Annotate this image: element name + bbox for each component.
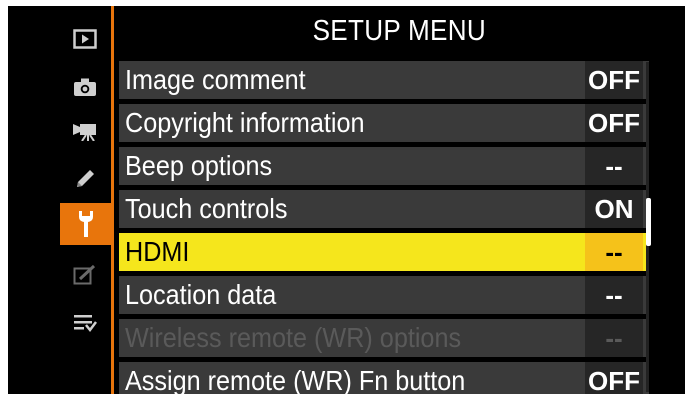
tab-movie-shooting[interactable] (60, 109, 110, 151)
menu-item-label: Touch controls (125, 193, 288, 224)
tab-playback[interactable] (60, 18, 110, 60)
menu-item-location-data[interactable]: Location data -- (119, 276, 649, 314)
tab-custom-settings[interactable] (60, 158, 110, 200)
tab-my-menu[interactable] (60, 302, 110, 344)
menu-item-value: -- (585, 147, 643, 185)
page-title-bar: SETUP MENU (114, 6, 685, 56)
menu-item-copyright-information[interactable]: Copyright information OFF (119, 104, 649, 142)
menu-item-value: -- (585, 233, 643, 271)
tab-retouch-menu[interactable] (60, 254, 110, 296)
menu-item-label: Assign remote (WR) Fn button (125, 365, 466, 394)
menu-item-hdmi[interactable]: HDMI -- (119, 233, 649, 271)
menu-item-value: OFF (585, 61, 643, 99)
menu-item-label: Beep options (125, 150, 273, 181)
menu-item-label: Location data (125, 279, 277, 310)
menu-item-label: Copyright information (125, 107, 365, 138)
pencil-icon (77, 170, 94, 187)
menu-item-wireless-remote-options: Wireless remote (WR) options -- (119, 319, 649, 357)
menu-item-value: OFF (585, 104, 643, 142)
scrollbar-thumb[interactable] (646, 198, 651, 246)
camera-screen: SETUP MENU Image comment OFF Copyright i… (8, 6, 685, 394)
tab-setup-menu[interactable] (60, 203, 112, 245)
movie-camera-icon (73, 124, 96, 141)
menu-item-label: Image comment (125, 64, 306, 95)
menu-tab-sidebar (8, 6, 112, 394)
menu-item-label: HDMI (125, 236, 190, 267)
menu-item-value: -- (585, 276, 643, 314)
menu-item-image-comment[interactable]: Image comment OFF (119, 61, 649, 99)
camera-icon (74, 78, 96, 96)
retouch-icon (73, 264, 96, 285)
menu-item-value: -- (585, 319, 643, 357)
menu-item-value: ON (585, 190, 643, 228)
menu-item-label: Wireless remote (WR) options (125, 322, 462, 353)
menu-item-beep-options[interactable]: Beep options -- (119, 147, 649, 185)
sidebar-divider (111, 6, 114, 394)
menu-item-assign-remote-fn-button[interactable]: Assign remote (WR) Fn button OFF (119, 362, 649, 394)
menu-item-value: OFF (585, 362, 643, 394)
tab-photo-shooting[interactable] (60, 66, 110, 108)
wrench-icon (79, 211, 93, 237)
page-title: SETUP MENU (312, 14, 487, 47)
my-menu-icon (74, 315, 97, 333)
playback-icon (73, 29, 97, 49)
menu-item-touch-controls[interactable]: Touch controls ON (119, 190, 649, 228)
